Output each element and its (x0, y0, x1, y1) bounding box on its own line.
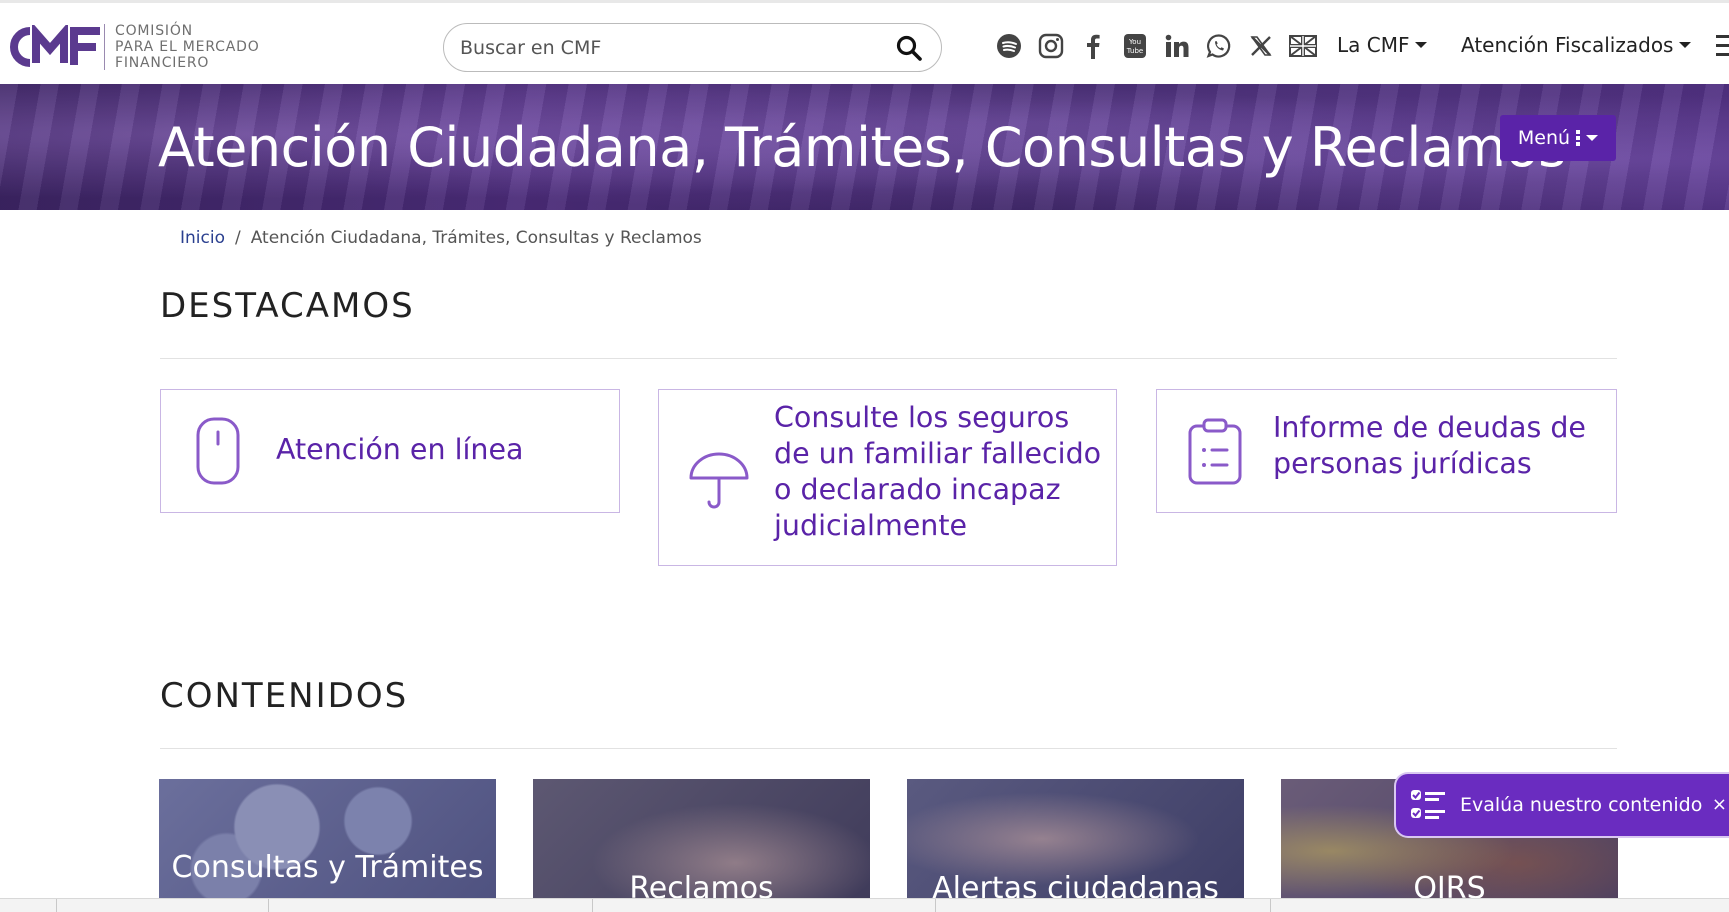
vertical-dots-icon (1576, 130, 1581, 146)
social-links: You Tube (995, 32, 1317, 60)
feedback-widget[interactable]: Evalúa nuestro contenido × (1394, 772, 1729, 838)
destacamos-heading: DESTACAMOS (160, 286, 415, 326)
mouse-icon (196, 417, 240, 485)
card-atencion-en-linea[interactable]: Atención en línea (160, 389, 620, 513)
clipboard-icon (1188, 418, 1242, 485)
youtube-icon[interactable]: You Tube (1121, 32, 1149, 60)
card-seguros-familiar[interactable]: Consulte los seguros de un familiar fall… (658, 389, 1117, 566)
tile-alertas-ciudadanas[interactable]: Alertas ciudadanas (907, 779, 1244, 899)
facebook-icon[interactable] (1079, 32, 1107, 60)
logo-line-3: FINANCIERO (115, 55, 210, 71)
card-label: Informe de deudas de personas jurídicas (1273, 411, 1586, 480)
card-label: Atención en línea (276, 433, 524, 466)
section-menu-label: Menú (1517, 127, 1571, 149)
whatsapp-icon[interactable] (1205, 32, 1233, 60)
search-icon (896, 35, 922, 61)
feedback-label: Evalúa nuestro contenido (1460, 794, 1703, 816)
nav-atencion-fiscalizados[interactable]: Atención Fiscalizados (1461, 33, 1692, 57)
nav-la-cmf-label: La CMF (1337, 33, 1410, 57)
x-icon[interactable] (1247, 32, 1275, 60)
tile-consultas-tramites[interactable]: Consultas y Trámites (159, 779, 496, 899)
hamburger-menu-icon[interactable] (1716, 35, 1729, 59)
tile-label: Reclamos (629, 871, 774, 899)
section-menu-button[interactable]: Menú (1500, 115, 1616, 161)
svg-text:You: You (1128, 38, 1141, 46)
search-button[interactable] (893, 32, 925, 64)
cmf-logo-mark (10, 25, 100, 67)
instagram-icon[interactable] (1037, 32, 1065, 60)
logo-line-2: PARA EL MERCADO (115, 39, 260, 55)
checklist-icon (1411, 790, 1445, 819)
search-input[interactable] (460, 36, 893, 59)
page-banner: Atención Ciudadana, Trámites, Consultas … (0, 84, 1729, 210)
breadcrumb: Inicio / Atención Ciudadana, Trámites, C… (180, 228, 702, 248)
spotify-icon[interactable] (995, 32, 1023, 60)
breadcrumb-home-link[interactable]: Inicio (180, 228, 225, 248)
tile-reclamos[interactable]: Reclamos (533, 779, 870, 899)
svg-text:Tube: Tube (1126, 47, 1143, 55)
section-divider (160, 358, 1617, 359)
section-divider (160, 748, 1617, 749)
breadcrumb-current: Atención Ciudadana, Trámites, Consultas … (250, 228, 702, 248)
taskbar-strip (0, 898, 1729, 912)
site-header: COMISIÓN PARA EL MERCADO FINANCIERO YouT… (0, 0, 1729, 84)
logo-line-1: COMISIÓN (115, 23, 193, 39)
chevron-down-icon (1679, 42, 1692, 48)
close-icon[interactable]: × (1712, 794, 1727, 815)
tile-label: OIRS (1413, 871, 1486, 899)
logo-wordmark: COMISIÓN PARA EL MERCADO FINANCIERO (115, 23, 260, 71)
logo-divider (104, 24, 105, 70)
nav-atencion-fiscalizados-label: Atención Fiscalizados (1461, 33, 1674, 57)
tile-label: Alertas ciudadanas (932, 871, 1219, 899)
page-title: Atención Ciudadana, Trámites, Consultas … (158, 116, 1566, 179)
contenidos-heading: CONTENIDOS (160, 676, 409, 716)
search-bar (443, 23, 942, 72)
english-flag-icon[interactable] (1289, 32, 1317, 60)
linkedin-icon[interactable] (1163, 32, 1191, 60)
chevron-down-icon (1586, 135, 1599, 141)
breadcrumb-separator: / (234, 228, 241, 248)
umbrella-icon (689, 452, 749, 509)
nav-la-cmf[interactable]: La CMF (1337, 33, 1428, 57)
chevron-down-icon (1415, 42, 1428, 48)
cmf-logo[interactable]: COMISIÓN PARA EL MERCADO FINANCIERO (10, 23, 260, 71)
tile-label: Consultas y Trámites (171, 850, 484, 885)
card-informe-deudas[interactable]: Informe de deudas de personas jurídicas (1156, 389, 1617, 513)
card-label: Consulte los seguros de un familiar fall… (774, 401, 1102, 542)
